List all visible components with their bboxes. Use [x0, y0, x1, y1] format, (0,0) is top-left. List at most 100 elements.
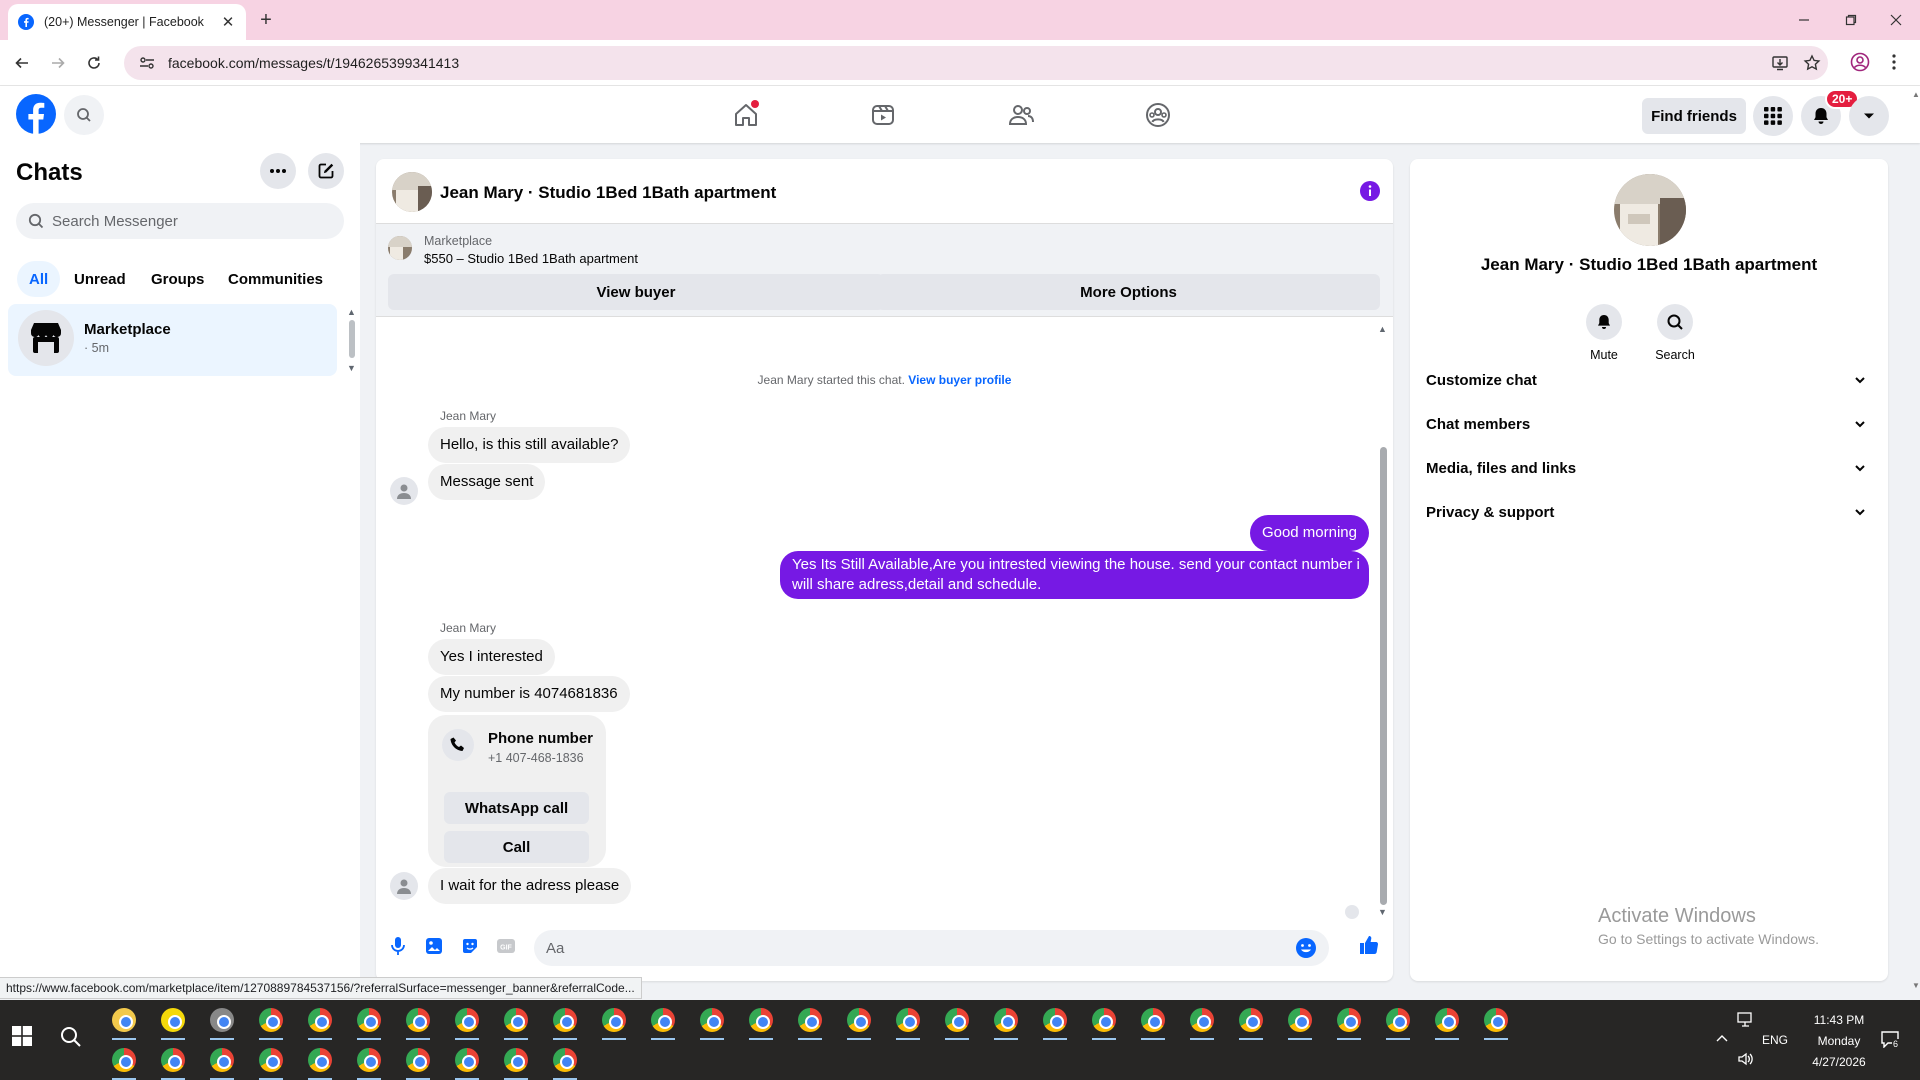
- scroll-up-arrow[interactable]: ▲: [347, 307, 357, 317]
- view-buyer-button[interactable]: View buyer: [388, 274, 884, 310]
- new-message-icon[interactable]: [308, 153, 344, 189]
- taskbar-app-icon[interactable]: [259, 1008, 283, 1032]
- call-button[interactable]: Call: [444, 831, 589, 863]
- listing-avatar-large[interactable]: [1614, 174, 1686, 246]
- taskbar-app-icon[interactable]: [308, 1048, 332, 1072]
- home-icon[interactable]: [729, 98, 763, 132]
- video-icon[interactable]: [866, 98, 900, 132]
- taskbar-app-icon[interactable]: [1386, 1008, 1410, 1032]
- browser-tab[interactable]: (20+) Messenger | Facebook ✕: [8, 4, 246, 40]
- taskbar-app-icon[interactable]: [259, 1048, 283, 1072]
- scroll-down-arrow[interactable]: ▼: [347, 363, 357, 373]
- profile-icon[interactable]: [1850, 52, 1870, 72]
- taskbar-app-icon[interactable]: [553, 1048, 577, 1072]
- chat-list-scrollbar[interactable]: [349, 320, 355, 358]
- menu-grid-icon[interactable]: [1753, 96, 1793, 136]
- account-chevron-icon[interactable]: [1849, 96, 1889, 136]
- minimize-icon[interactable]: [1792, 8, 1816, 32]
- friends-icon[interactable]: [1004, 98, 1038, 132]
- taskbar-app-icon[interactable]: [994, 1008, 1018, 1032]
- info-icon[interactable]: [1359, 180, 1381, 202]
- filter-all[interactable]: All: [17, 261, 61, 297]
- taskbar-app-icon[interactable]: [896, 1008, 920, 1032]
- taskbar-app-icon[interactable]: [308, 1008, 332, 1032]
- bookmark-star-icon[interactable]: [1796, 54, 1828, 72]
- taskbar-app-icon[interactable]: [406, 1048, 430, 1072]
- taskbar-app-icon[interactable]: [455, 1008, 479, 1032]
- volume-icon[interactable]: [1737, 1051, 1755, 1067]
- taskbar-app-icon[interactable]: [455, 1048, 479, 1072]
- taskbar-app-icon[interactable]: [749, 1008, 773, 1032]
- taskbar-app-icon[interactable]: [1190, 1008, 1214, 1032]
- message-bubble[interactable]: I wait for the adress please: [428, 868, 632, 904]
- filter-communities[interactable]: Communities: [216, 261, 335, 297]
- sticker-icon[interactable]: [460, 936, 482, 958]
- forward-icon[interactable]: [46, 51, 70, 75]
- message-bubble[interactable]: Yes I interested: [428, 639, 555, 675]
- mute-button[interactable]: Mute: [1574, 304, 1634, 362]
- scroll-up-arrow[interactable]: ▲: [1912, 90, 1920, 99]
- scroll-down-arrow[interactable]: ▼: [1912, 981, 1920, 990]
- listing-avatar[interactable]: [392, 172, 432, 212]
- site-settings-icon[interactable]: [138, 54, 156, 72]
- windows-start-icon[interactable]: [12, 1026, 32, 1046]
- close-tab-icon[interactable]: ✕: [220, 13, 236, 31]
- thumbs-up-icon[interactable]: [1358, 934, 1380, 956]
- taskbar-app-icon[interactable]: [1092, 1008, 1116, 1032]
- photo-icon[interactable]: [424, 936, 446, 958]
- tray-chevron-icon[interactable]: [1716, 1034, 1728, 1042]
- taskbar-app-icon[interactable]: [798, 1008, 822, 1032]
- message-bubble-outgoing[interactable]: Yes Its Still Available,Are you intreste…: [780, 551, 1369, 599]
- notification-center-icon[interactable]: 6: [1880, 1030, 1904, 1052]
- privacy-support-section[interactable]: Privacy & support: [1426, 492, 1872, 532]
- message-bubble-outgoing[interactable]: Good morning: [1249, 515, 1369, 551]
- reload-icon[interactable]: [82, 51, 106, 75]
- search-messenger-input[interactable]: Search Messenger: [16, 203, 344, 239]
- message-bubble[interactable]: Message sent: [428, 464, 546, 500]
- taskbar-app-icon[interactable]: [553, 1008, 577, 1032]
- taskbar-app-icon[interactable]: [161, 1048, 185, 1072]
- taskbar-app-icon[interactable]: [1141, 1008, 1165, 1032]
- taskbar-app-icon[interactable]: [1435, 1008, 1459, 1032]
- conversation-scrollbar[interactable]: [1380, 447, 1387, 905]
- conversation-title[interactable]: Jean Mary · Studio 1Bed 1Bath apartment: [440, 183, 776, 203]
- chat-list-item[interactable]: Marketplace · 5m: [8, 304, 337, 376]
- taskbar-app-icon[interactable]: [210, 1008, 234, 1032]
- address-bar[interactable]: facebook.com/messages/t/1946265399341413: [124, 46, 1828, 80]
- taskbar-app-icon[interactable]: [700, 1008, 724, 1032]
- message-bubble[interactable]: My number is 4074681836: [428, 676, 630, 712]
- taskbar-clock[interactable]: 11:43 PM Monday 4/27/2026: [1804, 1010, 1874, 1073]
- whatsapp-call-button[interactable]: WhatsApp call: [444, 792, 589, 824]
- taskbar-app-icon[interactable]: [1239, 1008, 1263, 1032]
- taskbar-app-icon[interactable]: [651, 1008, 675, 1032]
- taskbar-app-icon[interactable]: [945, 1008, 969, 1032]
- find-friends-button[interactable]: Find friends: [1642, 98, 1746, 134]
- back-icon[interactable]: [10, 51, 34, 75]
- close-window-icon[interactable]: [1884, 8, 1908, 32]
- taskbar-app-icon[interactable]: [161, 1008, 185, 1032]
- taskbar-app-icon[interactable]: [210, 1048, 234, 1072]
- restore-icon[interactable]: [1839, 8, 1863, 32]
- microphone-icon[interactable]: [388, 936, 410, 958]
- taskbar-app-icon[interactable]: [1337, 1008, 1361, 1032]
- taskbar-app-icon[interactable]: [602, 1008, 626, 1032]
- install-app-icon[interactable]: [1764, 54, 1796, 72]
- filter-unread[interactable]: Unread: [62, 261, 138, 297]
- taskbar-app-icon[interactable]: [847, 1008, 871, 1032]
- taskbar-app-icon[interactable]: [112, 1048, 136, 1072]
- view-buyer-profile-link[interactable]: View buyer profile: [908, 373, 1011, 387]
- taskbar-app-icon[interactable]: [357, 1048, 381, 1072]
- taskbar-app-icon[interactable]: [1484, 1008, 1508, 1032]
- scroll-down-arrow[interactable]: ▼: [1378, 907, 1388, 917]
- media-files-links-section[interactable]: Media, files and links: [1426, 448, 1872, 488]
- new-tab-button[interactable]: +: [255, 9, 277, 31]
- chat-members-section[interactable]: Chat members: [1426, 404, 1872, 444]
- taskbar-app-icon[interactable]: [112, 1008, 136, 1032]
- search-conversation-button[interactable]: Search: [1645, 304, 1705, 362]
- gif-icon[interactable]: GIF: [496, 936, 518, 958]
- filter-groups[interactable]: Groups: [139, 261, 216, 297]
- language-indicator[interactable]: ENG: [1762, 1033, 1788, 1047]
- network-icon[interactable]: [1737, 1012, 1755, 1028]
- taskbar-search-icon[interactable]: [60, 1026, 82, 1048]
- search-icon[interactable]: [64, 95, 104, 135]
